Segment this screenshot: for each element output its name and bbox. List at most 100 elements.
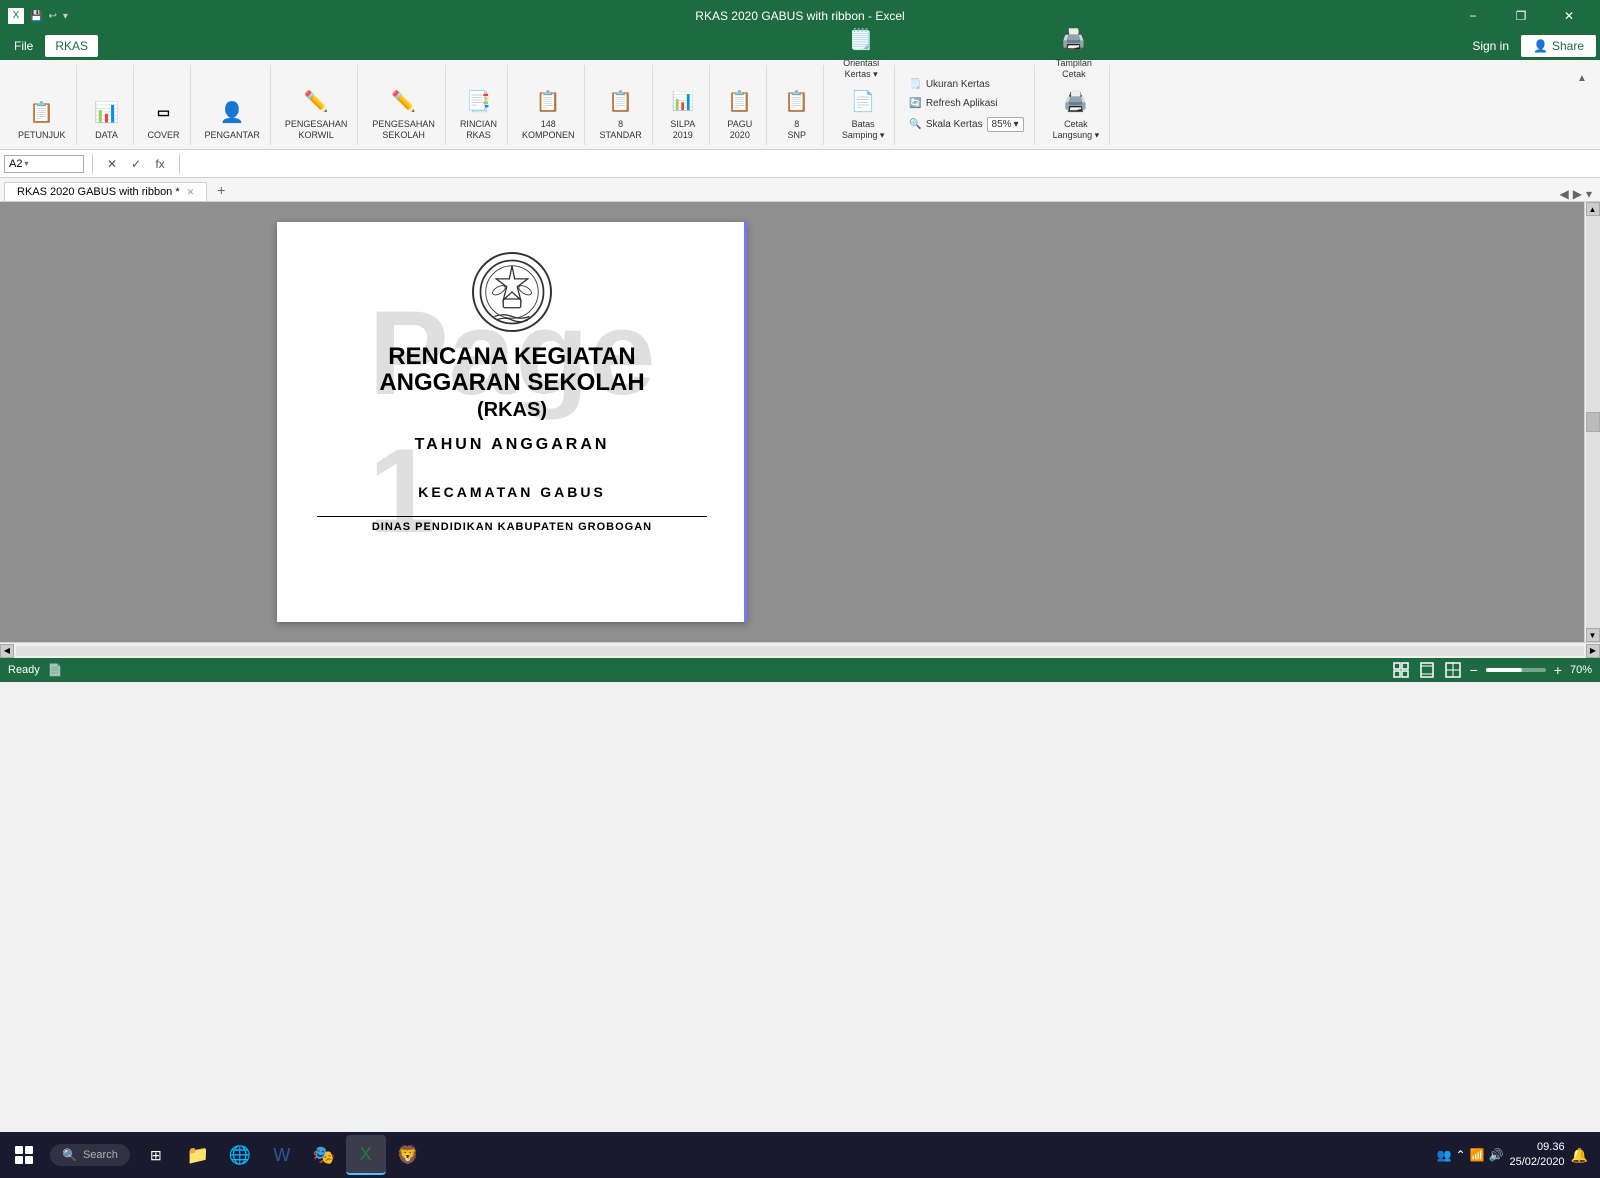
menu-rkas[interactable]: RKAS [45, 35, 98, 57]
snp-8-icon: 📋 [781, 85, 813, 117]
pengantar-button[interactable]: 👤 PENGANTAR [201, 94, 264, 143]
notification-button[interactable]: 🔔 [1571, 1147, 1588, 1164]
zoom-plus-button[interactable]: + [1554, 662, 1562, 678]
formula-cancel-button[interactable]: ✕ [101, 153, 123, 175]
zoom-minus-button[interactable]: − [1470, 662, 1478, 678]
scroll-left-button[interactable]: ◀ [0, 644, 14, 658]
network-icon[interactable]: 📶 [1470, 1148, 1485, 1162]
ribbon: 📋 PETUNJUK 📊 DATA ▭ COVER 👤 PENGANTAR ✏️… [0, 60, 1600, 150]
page-border [744, 222, 747, 622]
taskbar-file-explorer[interactable]: 📁 [178, 1135, 218, 1175]
snp-8-button[interactable]: 📋 8SNP [777, 83, 817, 143]
menu-file[interactable]: File [4, 35, 43, 57]
status-page-icon[interactable]: 📄 [48, 663, 63, 677]
minimize-button[interactable]: − [1450, 0, 1496, 32]
chrome-icon: 🌐 [229, 1145, 251, 1166]
restore-button[interactable]: ❐ [1498, 0, 1544, 32]
orientasi-kertas-label: OrientasiKertas ▾ [843, 58, 879, 80]
document-dinas: DINAS PENDIDIKAN KABUPATEN GROBOGAN [317, 516, 707, 533]
status-ready: Ready [8, 664, 40, 676]
formula-confirm-button[interactable]: ✓ [125, 153, 147, 175]
pengesahan-korwil-button[interactable]: ✏️ PENGESAHANKORWIL [281, 83, 352, 143]
ribbon-collapse-button[interactable]: ▲ [1572, 68, 1592, 88]
formula-input[interactable] [188, 155, 1596, 173]
zoom-slider[interactable] [1486, 668, 1546, 672]
taskbar-browser2[interactable]: 🦁 [388, 1135, 428, 1175]
chevron-up-icon[interactable]: ⌃ [1456, 1148, 1466, 1162]
taskbar-chrome[interactable]: 🌐 [220, 1135, 260, 1175]
quick-access-save[interactable]: 💾 [30, 11, 42, 22]
right-grey-area [1024, 202, 1584, 642]
ribbon-group-data: 📊 DATA [81, 65, 134, 145]
sheet-tab-scroll-right[interactable]: ▶ [1573, 187, 1582, 201]
taskbar-search[interactable]: 🔍 Search [50, 1144, 130, 1166]
quick-access-dropdown[interactable]: ▾ [63, 11, 68, 22]
skala-kertas-button[interactable]: 🔍 Skala Kertas 85% ▾ [905, 115, 1027, 134]
batas-samping-button[interactable]: 📄 BatasSamping ▾ [838, 83, 889, 143]
standar-8-button[interactable]: 📋 8STANDAR [595, 83, 645, 143]
taskbar-excel[interactable]: X [346, 1135, 386, 1175]
data-button[interactable]: 📊 DATA [87, 94, 127, 143]
komponen-148-button[interactable]: 📋 148KOMPONEN [518, 83, 579, 143]
cetak-langsung-button[interactable]: 🖨️ CetakLangsung ▾ [1049, 83, 1104, 143]
start-button[interactable] [4, 1135, 44, 1175]
refresh-aplikasi-button[interactable]: 🔄 Refresh Aplikasi [905, 96, 1001, 111]
orientasi-kertas-icon: 🗒️ [845, 24, 877, 56]
rincian-rkas-button[interactable]: 📑 RINCIANRKAS [456, 83, 501, 143]
document-page: Page 1 RENCANA KEGI [277, 222, 747, 622]
formula-function-button[interactable]: fx [149, 153, 171, 175]
scroll-right-button[interactable]: ▶ [1586, 644, 1600, 658]
signin-button[interactable]: Sign in [1472, 39, 1509, 53]
people-icon[interactable]: 👥 [1437, 1148, 1452, 1162]
page-break-preview-button[interactable] [1444, 661, 1462, 679]
taskbar-app4[interactable]: 🎭 [304, 1135, 344, 1175]
standar-8-label: 8STANDAR [599, 119, 641, 141]
pengesahan-sekolah-button[interactable]: ✏️ PENGESAHANSEKOLAH [368, 83, 439, 143]
status-bar-right: − + 70% [1392, 661, 1592, 679]
sheet-tab-rkas[interactable]: RKAS 2020 GABUS with ribbon * ✕ [4, 182, 207, 201]
silpa-2019-button[interactable]: 📊 SILPA2019 [663, 83, 703, 143]
sheet-tab-dropdown-icon[interactable]: ▾ [1586, 187, 1592, 201]
ribbon-group-148: 📋 148KOMPONEN [512, 65, 586, 145]
rincian-rkas-label: RINCIANRKAS [460, 119, 497, 141]
tampilan-cetak-button[interactable]: 🖨️ TampilanCetak [1052, 22, 1096, 82]
taskbar-word[interactable]: W [262, 1135, 302, 1175]
file-explorer-icon: 📁 [187, 1145, 209, 1166]
ribbon-group-pengesahan-korwil: ✏️ PENGESAHANKORWIL [275, 65, 359, 145]
orientasi-kertas-button[interactable]: 🗒️ OrientasiKertas ▾ [839, 22, 883, 82]
vertical-scrollbar[interactable]: ▲ ▼ [1584, 202, 1600, 642]
scroll-down-button[interactable]: ▼ [1586, 628, 1600, 642]
ukuran-kertas-button[interactable]: 🗒️ Ukuran Kertas [905, 77, 993, 92]
cell-ref-dropdown-icon[interactable]: ▾ [24, 159, 28, 168]
cell-reference[interactable]: A2 ▾ [4, 155, 84, 173]
pengesahan-korwil-icon: ✏️ [300, 85, 332, 117]
status-bar: Ready 📄 − + 70% [0, 658, 1600, 682]
task-view-button[interactable]: ⊞ [136, 1135, 176, 1175]
sheet-tab-close-icon[interactable]: ✕ [187, 187, 195, 197]
share-button[interactable]: 👤 Share [1521, 35, 1596, 57]
petunjuk-button[interactable]: 📋 PETUNJUK [14, 94, 70, 143]
zoom-slider-fill [1486, 668, 1522, 672]
zoom-percent[interactable]: 70% [1570, 664, 1592, 676]
tampilan-cetak-icon: 🖨️ [1058, 24, 1090, 56]
cover-button[interactable]: ▭ COVER [144, 94, 184, 143]
quick-access-undo[interactable]: ↩ [48, 11, 56, 22]
pagu-2020-button[interactable]: 📋 PAGU2020 [720, 83, 760, 143]
scroll-up-button[interactable]: ▲ [1586, 202, 1600, 216]
pengesahan-korwil-label: PENGESAHANKORWIL [285, 119, 348, 141]
normal-view-button[interactable] [1392, 661, 1410, 679]
sheet-tab-scroll-left[interactable]: ◀ [1560, 187, 1569, 201]
ribbon-group-silpa: 📊 SILPA2019 [657, 65, 710, 145]
horizontal-scrollbar[interactable]: ◀ ▶ [0, 642, 1600, 658]
page-layout-button[interactable] [1418, 661, 1436, 679]
scroll-thumb[interactable] [1586, 412, 1600, 432]
taskbar-clock[interactable]: 09.36 25/02/2020 [1510, 1140, 1565, 1171]
cover-label: COVER [148, 130, 180, 141]
sheet-tab-add-button[interactable]: + [209, 179, 233, 201]
taskbar-search-label: Search [83, 1149, 118, 1161]
volume-icon[interactable]: 🔊 [1489, 1148, 1504, 1162]
close-button[interactable]: ✕ [1546, 0, 1592, 32]
cetak-langsung-label: CetakLangsung ▾ [1053, 119, 1100, 141]
document-title-line2: (RKAS) [477, 399, 547, 422]
scale-select[interactable]: 85% ▾ [987, 117, 1024, 132]
